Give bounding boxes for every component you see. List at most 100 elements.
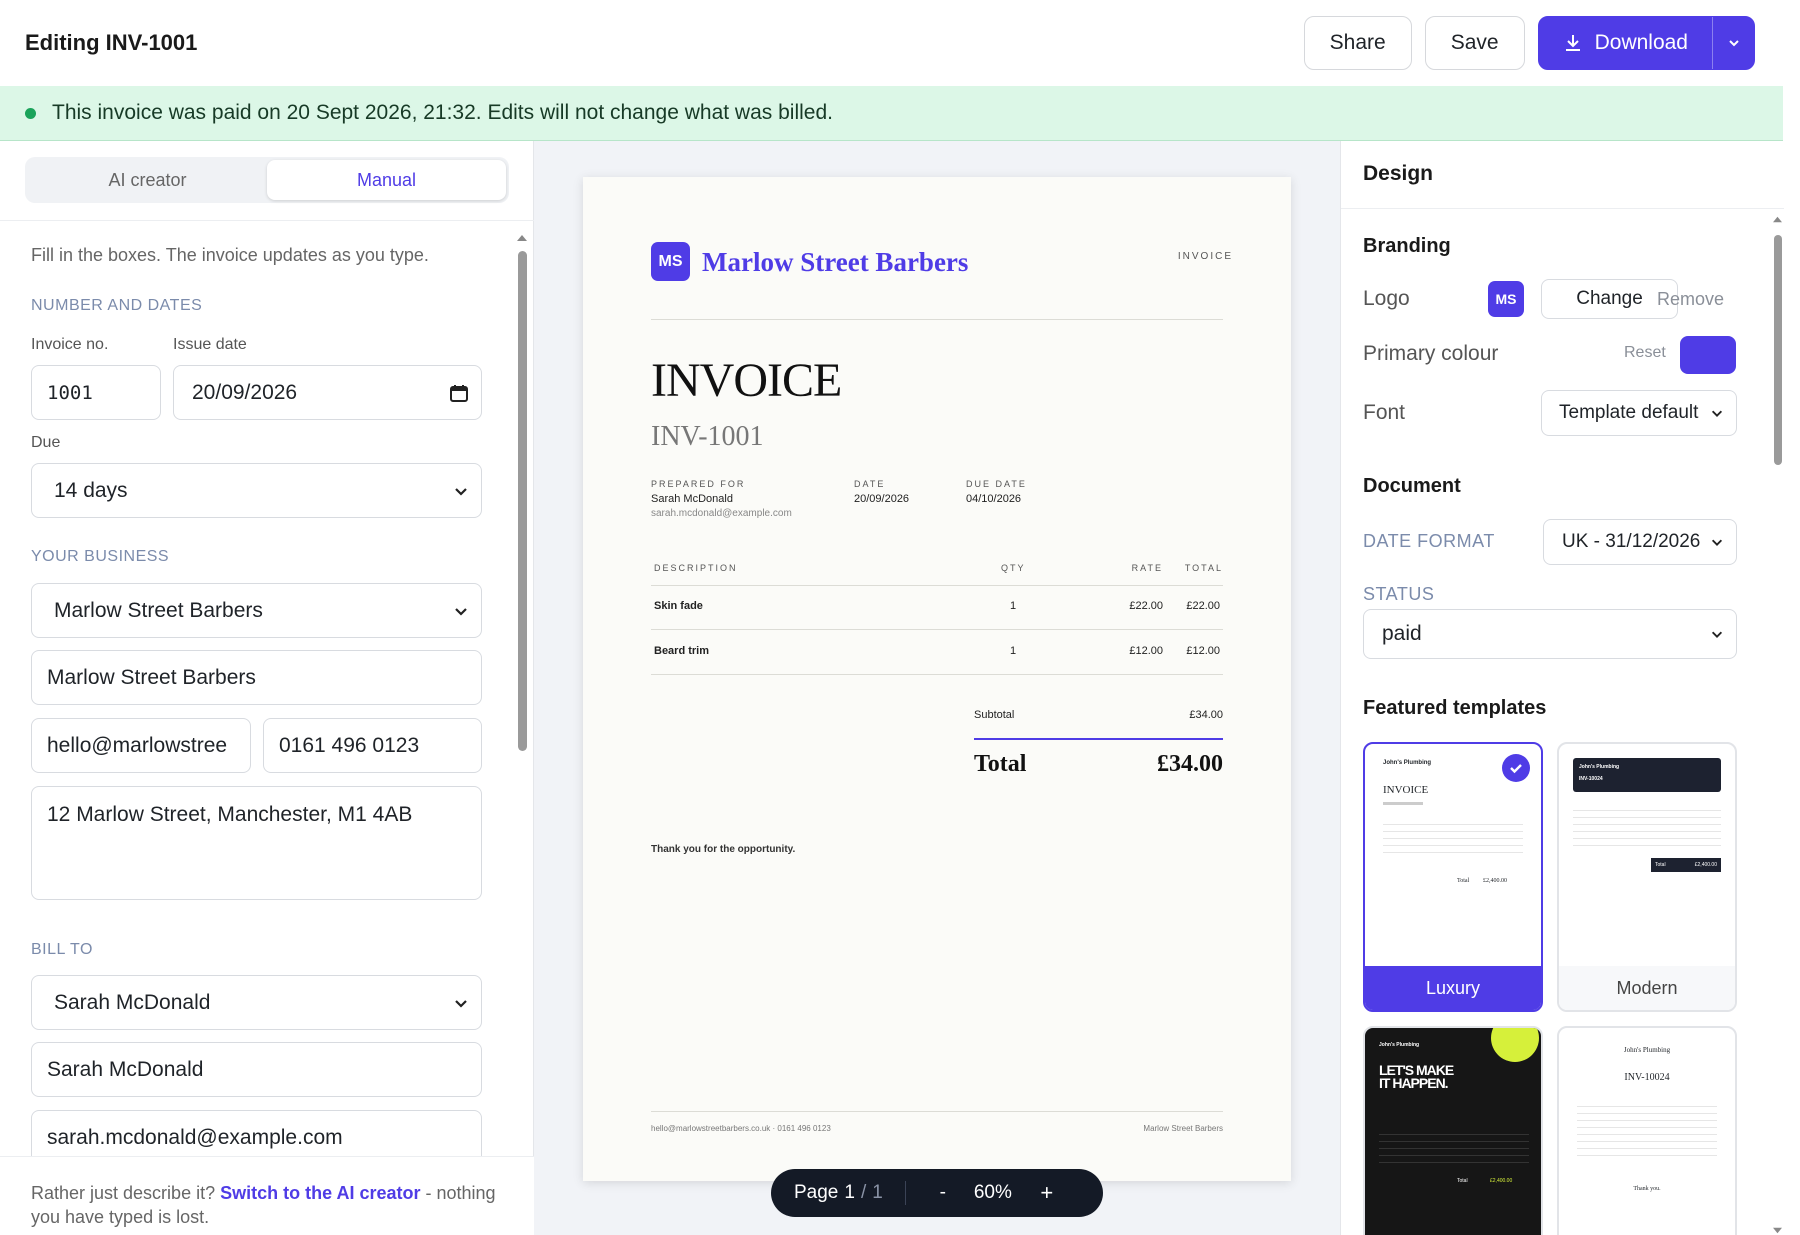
business-address-textarea[interactable]: 12 Marlow Street, Manchester, M1 4AB [31, 786, 482, 900]
section-bill-to: BILL TO [31, 941, 93, 958]
due-select[interactable]: 14 days [31, 463, 482, 518]
ai-switch-hint: Rather just describe it? Switch to the A… [0, 1156, 534, 1235]
save-button[interactable]: Save [1424, 16, 1525, 70]
chevron-down-icon [1711, 631, 1723, 638]
paid-banner: This invoice was paid on 20 Sept 2026, 2… [0, 86, 1783, 141]
divider [651, 1111, 1223, 1112]
client-email: sarah.mcdonald@example.com [651, 508, 792, 519]
document-heading: Document [1363, 475, 1461, 497]
issue-date-input[interactable]: 20/09/2026 [173, 365, 482, 420]
form-hint: Fill in the boxes. The invoice updates a… [31, 245, 429, 265]
design-scrollbar[interactable] [1772, 215, 1783, 1235]
item-qty: 1 [1010, 600, 1017, 612]
download-label: Download [1594, 31, 1688, 54]
tab-manual[interactable]: Manual [267, 160, 506, 200]
logo-label: Logo [1363, 287, 1410, 310]
thanks-note: Thank you for the opportunity. [651, 844, 796, 855]
reset-colour-button[interactable]: Reset [1624, 344, 1666, 362]
thumb-slogan: LET'S MAKE IT HAPPEN. [1379, 1062, 1454, 1091]
total-value: £34.00 [1157, 751, 1223, 777]
thumb-accent-circle [1491, 1028, 1539, 1062]
client-select[interactable]: Sarah McDonald [31, 975, 482, 1030]
selected-check-icon [1502, 754, 1530, 782]
font-label: Font [1363, 401, 1406, 424]
total-divider [974, 738, 1223, 740]
featured-templates-heading: Featured templates [1363, 697, 1547, 719]
invoice-no-label: Invoice no. [31, 336, 109, 353]
template-modern[interactable]: John's Plumbing INV-10024 Total £2,400.00… [1557, 742, 1737, 1012]
business-phone-input[interactable]: 0161 496 0123 [263, 718, 482, 773]
thumb-invoice: INVOICE [1383, 784, 1429, 796]
top-bar: Editing INV-1001 Share Save Download [0, 0, 1783, 86]
status-dot-icon [25, 107, 36, 119]
section-number-dates: NUMBER AND DATES [31, 297, 203, 314]
thumb-business: John's Plumbing [1579, 764, 1620, 770]
header-actions: Share Save Download [1303, 16, 1755, 70]
download-button[interactable]: Download [1539, 17, 1712, 69]
chevron-down-icon [455, 607, 467, 616]
item-desc: Skin fade [654, 600, 703, 612]
invoice-logo: MS [651, 242, 690, 281]
divider [651, 319, 1223, 320]
download-icon [1565, 35, 1580, 51]
divider [651, 674, 1223, 675]
zoom-level: 60% [973, 1182, 1012, 1203]
issue-date-label: Issue date [173, 336, 247, 353]
invoice-no-input[interactable]: 1001 [31, 365, 161, 420]
zoom-out-button[interactable]: - [932, 1182, 954, 1204]
date-label: DATE [854, 479, 886, 489]
page-label: Page [794, 1182, 839, 1203]
template-bold[interactable]: John's Plumbing LET'S MAKE IT HAPPEN. To… [1363, 1026, 1543, 1235]
subtotal-label: Subtotal [974, 709, 1015, 721]
status-select[interactable]: paid [1363, 609, 1737, 659]
template-label: Modern [1559, 966, 1735, 1010]
invoice-heading: INVOICE [651, 354, 842, 407]
col-description: DESCRIPTION [654, 563, 738, 573]
status-label: STATUS [1363, 584, 1435, 604]
chevron-down-icon [455, 487, 467, 496]
primary-colour-label: Primary colour [1363, 342, 1499, 365]
scroll-down-icon[interactable] [1772, 1226, 1783, 1235]
item-total: £22.00 [1186, 600, 1220, 612]
business-name-input[interactable]: Marlow Street Barbers [31, 650, 482, 705]
tab-ai-creator[interactable]: AI creator [28, 160, 267, 200]
business-select[interactable]: Marlow Street Barbers [31, 583, 482, 638]
business-email-input[interactable]: hello@marlowstree [31, 718, 251, 773]
col-qty: QTY [1001, 563, 1026, 573]
remove-logo-button[interactable]: Remove [1657, 289, 1724, 310]
template-luxury[interactable]: John's Plumbing INVOICE Total £2,400.00 … [1363, 742, 1543, 1012]
zoom-in-button[interactable]: + [1036, 1180, 1058, 1206]
scroll-up-icon[interactable] [516, 233, 528, 243]
font-select[interactable]: Template default [1541, 390, 1737, 436]
client-name: Sarah McDonald [651, 493, 733, 505]
banner-text: This invoice was paid on 20 Sept 2026, 2… [52, 101, 833, 124]
preview-area: MS Marlow Street Barbers INVOICE INVOICE… [534, 141, 1340, 1235]
divider [651, 629, 1223, 630]
date-format-select[interactable]: UK - 31/12/2026 [1543, 519, 1737, 565]
thumb-total: Total [1655, 862, 1666, 868]
thumb-lines [1383, 818, 1523, 858]
form-scrollbar[interactable] [516, 233, 528, 1183]
footer-contact: hello@marlowstreetbarbers.co.uk · 0161 4… [651, 1124, 831, 1133]
scroll-up-icon[interactable] [1772, 215, 1783, 224]
thumb-total: Total [1457, 878, 1470, 884]
scroll-thumb[interactable] [518, 251, 527, 751]
prepared-for-label: PREPARED FOR [651, 479, 746, 489]
primary-colour-swatch[interactable] [1680, 336, 1736, 374]
switch-ai-link[interactable]: Switch to the AI creator [220, 1183, 420, 1203]
date-format-value: UK - 31/12/2026 [1562, 531, 1701, 552]
share-button[interactable]: Share [1303, 16, 1412, 70]
chevron-down-icon [455, 999, 467, 1008]
page-zoom-toolbar: Page 1 / 1 - 60% + [771, 1169, 1103, 1217]
template-classic[interactable]: John's Plumbing INV-10024 Thank you. [1557, 1026, 1737, 1235]
total-label: Total [974, 751, 1027, 777]
download-menu-button[interactable] [1712, 17, 1754, 69]
thumb-total-bar: Total £2,400.00 [1651, 858, 1721, 872]
client-email-input[interactable]: sarah.mcdonald@example.com [31, 1110, 482, 1156]
client-select-value: Sarah McDonald [54, 990, 211, 1014]
thumb-business: John's Plumbing [1383, 760, 1432, 766]
thumb-line [1383, 802, 1423, 805]
calendar-icon[interactable] [449, 383, 469, 403]
client-name-input[interactable]: Sarah McDonald [31, 1042, 482, 1097]
scroll-thumb[interactable] [1774, 235, 1782, 465]
